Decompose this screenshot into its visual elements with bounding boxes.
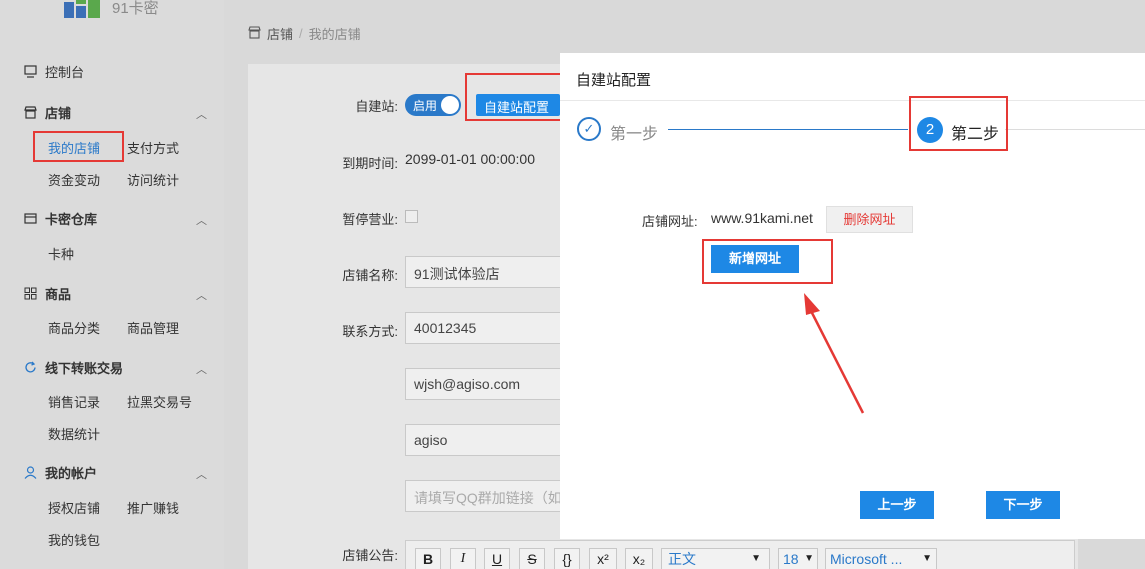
caret-down-icon: ▼ [751, 553, 761, 564]
expire-label: 到期时间: [342, 156, 398, 171]
sidebar-group-label: 商品 [45, 287, 72, 302]
logo-text: 91卡密 [112, 0, 159, 17]
font-size-select[interactable]: 18 ▼ [778, 548, 818, 569]
shop-icon [24, 106, 37, 119]
breadcrumb-root[interactable]: 店铺 [267, 24, 293, 43]
caret-down-icon: ▼ [804, 553, 814, 564]
notice-label: 店铺公告: [342, 548, 398, 563]
user-icon [24, 466, 37, 479]
bold-button[interactable]: B [415, 548, 441, 569]
logo: 91卡密 [64, 0, 159, 18]
chevron-up-icon[interactable]: ︿ [196, 466, 207, 482]
italic-button[interactable]: I [450, 548, 476, 569]
sidebar-item-goods-category[interactable]: 商品分类 [48, 318, 100, 337]
modal-header-divider [560, 100, 1145, 101]
pause-label: 暂停营业: [342, 212, 398, 227]
sidebar-group-goods[interactable]: 商品 [24, 284, 71, 303]
sidebar-item-dashboard[interactable]: 控制台 [24, 62, 84, 81]
sidebar-item-blacklist[interactable]: 拉黑交易号 [127, 392, 192, 411]
sidebar-group-label: 店铺 [45, 106, 72, 121]
card-icon [24, 212, 37, 225]
next-step-button[interactable]: 下一步 [986, 491, 1060, 519]
sidebar-group-account[interactable]: 我的帐户 [24, 463, 97, 482]
sidebar: 91卡密 控制台 店铺 ︿ 我的店铺 支付方式 资金变动 访问统计 卡密仓库 ︿… [0, 0, 224, 569]
highlight-box-step2 [909, 96, 1008, 151]
sidebar-item-sales-record[interactable]: 销售记录 [48, 392, 100, 411]
sidebar-item-payment[interactable]: 支付方式 [127, 138, 179, 157]
paragraph-select-value: 正文 [668, 551, 696, 567]
sidebar-group-label: 我的帐户 [45, 466, 98, 481]
step-remaining-line [1005, 129, 1145, 130]
toggle-knob [441, 96, 459, 114]
refresh-icon [24, 361, 37, 374]
sidebar-item-card-type[interactable]: 卡种 [48, 244, 74, 263]
chevron-up-icon[interactable]: ︿ [196, 106, 207, 122]
highlight-box-add-url [702, 239, 833, 284]
pause-checkbox[interactable] [405, 210, 418, 223]
red-arrow-icon [804, 293, 865, 414]
url-label: 店铺网址: [642, 214, 698, 229]
underline-button[interactable]: U [484, 548, 510, 569]
shop-icon [248, 25, 261, 42]
sidebar-group-shop[interactable]: 店铺 [24, 103, 71, 122]
sidebar-item-data-stats[interactable]: 数据统计 [48, 424, 100, 443]
check-icon: ✓ [577, 117, 601, 141]
sidebar-item-fund-change[interactable]: 资金变动 [48, 170, 100, 189]
contact-label: 联系方式: [342, 324, 398, 339]
step-1-label: 第一步 [610, 126, 659, 143]
sidebar-item-goods-manage[interactable]: 商品管理 [127, 318, 179, 337]
highlight-box-config [465, 73, 563, 121]
self-site-label: 自建站: [355, 99, 398, 114]
delete-url-button[interactable]: 删除网址 [826, 206, 913, 233]
sidebar-item-wallet[interactable]: 我的钱包 [48, 530, 100, 549]
caret-down-icon: ▼ [922, 553, 932, 564]
strikethrough-button[interactable]: S [519, 548, 545, 569]
logo-icon [64, 0, 102, 18]
shop-name-label: 店铺名称: [342, 268, 398, 283]
breadcrumb: 店铺 / 我的店铺 [248, 24, 361, 43]
url-value: www.91kami.net [711, 210, 813, 226]
sidebar-group-label: 卡密仓库 [45, 212, 98, 227]
sidebar-item-promote[interactable]: 推广赚钱 [127, 498, 179, 517]
subscript-button[interactable]: x₂ [625, 548, 653, 569]
sidebar-item-visit-stats[interactable]: 访问统计 [127, 170, 179, 189]
sidebar-item-label: 控制台 [45, 65, 85, 80]
toggle-label: 启用 [413, 99, 438, 113]
sidebar-group-label: 线下转账交易 [45, 361, 124, 376]
self-site-toggle[interactable]: 启用 [405, 94, 461, 116]
prev-step-button[interactable]: 上一步 [860, 491, 934, 519]
breadcrumb-separator: / [299, 26, 303, 41]
chevron-up-icon[interactable]: ︿ [196, 287, 207, 303]
font-size-value: 18 [783, 551, 799, 567]
sidebar-group-warehouse[interactable]: 卡密仓库 [24, 209, 97, 228]
step-progress-line [668, 129, 908, 130]
superscript-button[interactable]: x² [589, 548, 617, 569]
font-family-select[interactable]: Microsoft ... ▼ [825, 548, 937, 569]
modal-title: 自建站配置 [576, 72, 652, 89]
chevron-up-icon[interactable]: ︿ [196, 212, 207, 228]
breadcrumb-current: 我的店铺 [308, 27, 361, 42]
highlight-box-my-shop [33, 131, 124, 162]
expire-value: 2099-01-01 00:00:00 [405, 151, 535, 167]
sidebar-group-offline[interactable]: 线下转账交易 [24, 358, 123, 377]
font-family-value: Microsoft ... [830, 551, 903, 567]
chevron-up-icon[interactable]: ︿ [196, 361, 207, 377]
code-button[interactable]: {} [554, 548, 580, 569]
monitor-icon [24, 65, 37, 78]
sidebar-item-auth-shop[interactable]: 授权店铺 [48, 498, 100, 517]
grid-icon [24, 287, 37, 300]
paragraph-select[interactable]: 正文 ▼ [661, 548, 770, 569]
